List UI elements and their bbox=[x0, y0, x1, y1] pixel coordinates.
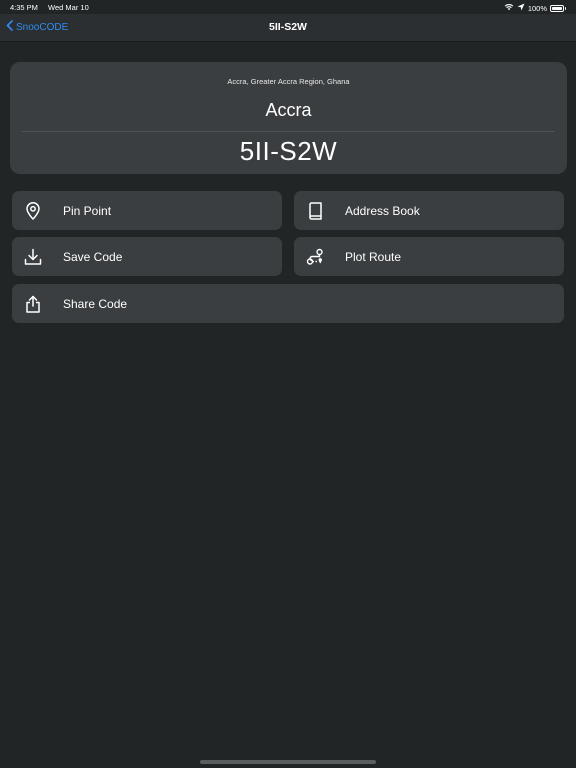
city-name: Accra bbox=[265, 100, 312, 120]
status-right: 100% bbox=[504, 3, 566, 13]
save-code-button[interactable]: Save Code bbox=[12, 237, 282, 276]
route-icon bbox=[306, 248, 324, 266]
book-icon bbox=[306, 201, 324, 220]
navigation-bar: SnooCODE 5II-S2W bbox=[0, 14, 576, 42]
battery-percent: 100% bbox=[527, 3, 547, 13]
status-date: Wed Mar 10 bbox=[48, 3, 89, 12]
map-pin-icon bbox=[24, 201, 42, 220]
share-icon bbox=[24, 295, 42, 313]
save-code-label: Save Code bbox=[63, 249, 123, 264]
status-bar: 4:35 PM Wed Mar 10 100% bbox=[0, 0, 576, 14]
battery-fill bbox=[552, 6, 562, 10]
share-code-button[interactable]: Share Code bbox=[12, 284, 564, 323]
status-time: 4:35 PM bbox=[10, 3, 38, 12]
card-divider bbox=[22, 131, 555, 132]
location-text: Accra, Greater Accra Region, Ghana bbox=[227, 77, 350, 86]
address-book-button[interactable]: Address Book bbox=[294, 191, 564, 230]
pin-point-button[interactable]: Pin Point bbox=[12, 191, 282, 230]
battery-icon bbox=[550, 4, 566, 12]
wifi-icon bbox=[504, 3, 514, 13]
home-indicator bbox=[200, 760, 376, 764]
pin-point-label: Pin Point bbox=[63, 203, 112, 218]
address-book-label: Address Book bbox=[345, 203, 420, 218]
page-title: 5II-S2W bbox=[269, 21, 307, 33]
share-code-label: Share Code bbox=[63, 296, 128, 311]
status-left: 4:35 PM Wed Mar 10 bbox=[10, 3, 89, 12]
snoocode-value: 5II-S2W bbox=[239, 136, 338, 166]
plot-route-label: Plot Route bbox=[345, 249, 402, 264]
location-arrow-icon bbox=[517, 3, 525, 13]
code-card: Accra, Greater Accra Region, Ghana Accra… bbox=[10, 62, 567, 174]
download-icon bbox=[24, 248, 42, 266]
plot-route-button[interactable]: Plot Route bbox=[294, 237, 564, 276]
